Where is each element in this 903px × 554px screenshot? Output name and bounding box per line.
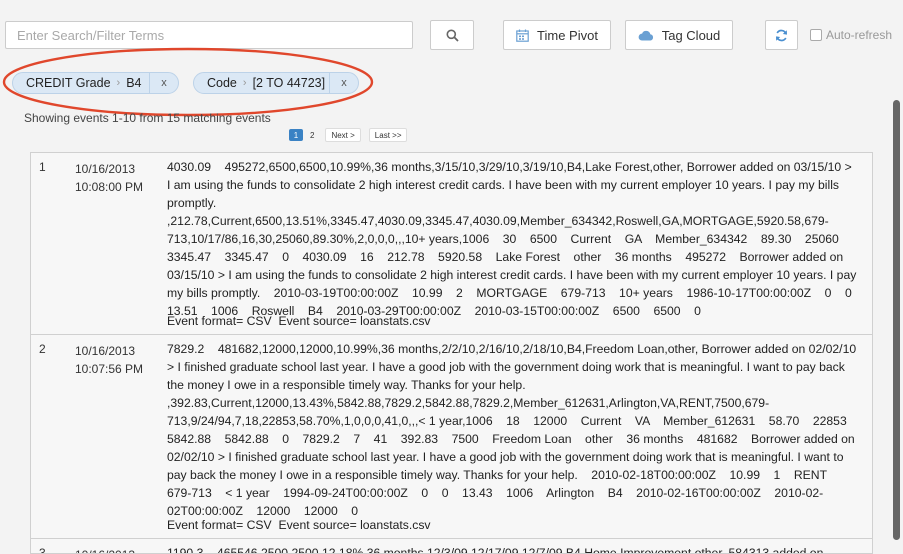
event-text: 1190.3 465546,2500,2500,12.18%,36 months… [167, 546, 824, 554]
event-format: Event format= CSV [167, 314, 272, 328]
last-page-link[interactable]: Last >> [368, 128, 408, 142]
event-meta [167, 539, 174, 553]
cloud-icon [638, 30, 654, 41]
filter-value: [2 TO 44723] [252, 76, 326, 90]
auto-refresh-toggle[interactable]: Auto-refresh [810, 28, 892, 42]
chevron-right-icon: › [242, 77, 247, 89]
time-pivot-label: Time Pivot [537, 27, 598, 43]
event-number: 1 [39, 160, 46, 174]
event-number: 3 [39, 546, 46, 554]
event-meta: Event format= CSV Event source= loanstat… [167, 314, 431, 328]
scrollbar[interactable] [893, 100, 900, 540]
pagination: 1 2 Next > Last >> [289, 128, 411, 142]
refresh-button[interactable] [765, 20, 798, 50]
filter-field: Code [207, 76, 237, 90]
event-timestamp: 10/16/2013 10:07:56 PM [75, 342, 145, 378]
filter-pill-code: Code › [2 TO 44723] x [193, 72, 359, 94]
calendar-icon [516, 29, 529, 42]
event-date: 10/16/2013 [75, 162, 136, 176]
refresh-icon [775, 29, 788, 42]
auto-refresh-checkbox[interactable] [810, 29, 822, 41]
remove-filter-button[interactable]: x [329, 73, 358, 93]
event-date: 10/16/2013 [75, 546, 145, 553]
event-source: Event source= loanstats.csv [278, 518, 431, 532]
tag-cloud-label: Tag Cloud [661, 27, 721, 43]
filter-value: B4 [126, 76, 142, 90]
filter-pill-credit-grade: CREDIT Grade › B4 x [12, 72, 179, 94]
page-2-link[interactable]: 2 [307, 129, 317, 141]
event-timestamp: 10/16/2013 [75, 546, 145, 553]
event-row: 1 10/16/2013 10:08:00 PM 4030.09 495272,… [31, 153, 872, 335]
events-list: 1 10/16/2013 10:08:00 PM 4030.09 495272,… [30, 152, 873, 554]
event-source: Event source= loanstats.csv [278, 314, 431, 328]
event-row: 2 10/16/2013 10:07:56 PM 7829.2 481682,1… [31, 335, 872, 539]
event-number: 2 [39, 342, 46, 356]
auto-refresh-label: Auto-refresh [826, 28, 893, 42]
chevron-right-icon: › [116, 77, 121, 89]
event-time: 10:07:56 PM [75, 362, 144, 376]
remove-filter-button[interactable]: x [149, 73, 178, 93]
search-icon [446, 29, 459, 42]
tag-cloud-button[interactable]: Tag Cloud [625, 20, 733, 50]
page-1-link[interactable]: 1 [289, 129, 303, 141]
next-page-link[interactable]: Next > [325, 128, 361, 142]
event-timestamp: 10/16/2013 10:08:00 PM [75, 160, 145, 196]
results-summary: Showing events 1-10 from 15 matching eve… [24, 111, 271, 125]
event-time: 10:08:00 PM [75, 180, 144, 194]
time-pivot-button[interactable]: Time Pivot [503, 20, 611, 50]
event-format: Event format= CSV [167, 518, 272, 532]
filter-field: CREDIT Grade [26, 76, 111, 90]
event-text: 4030.09 495272,6500,6500,10.99%,36 month… [167, 160, 866, 318]
search-button[interactable] [430, 20, 474, 50]
event-meta: Event format= CSV Event source= loanstat… [167, 518, 431, 532]
event-date: 10/16/2013 [75, 344, 136, 358]
search-input[interactable] [5, 21, 413, 49]
event-text: 7829.2 481682,12000,12000,10.99%,36 mont… [167, 342, 857, 518]
